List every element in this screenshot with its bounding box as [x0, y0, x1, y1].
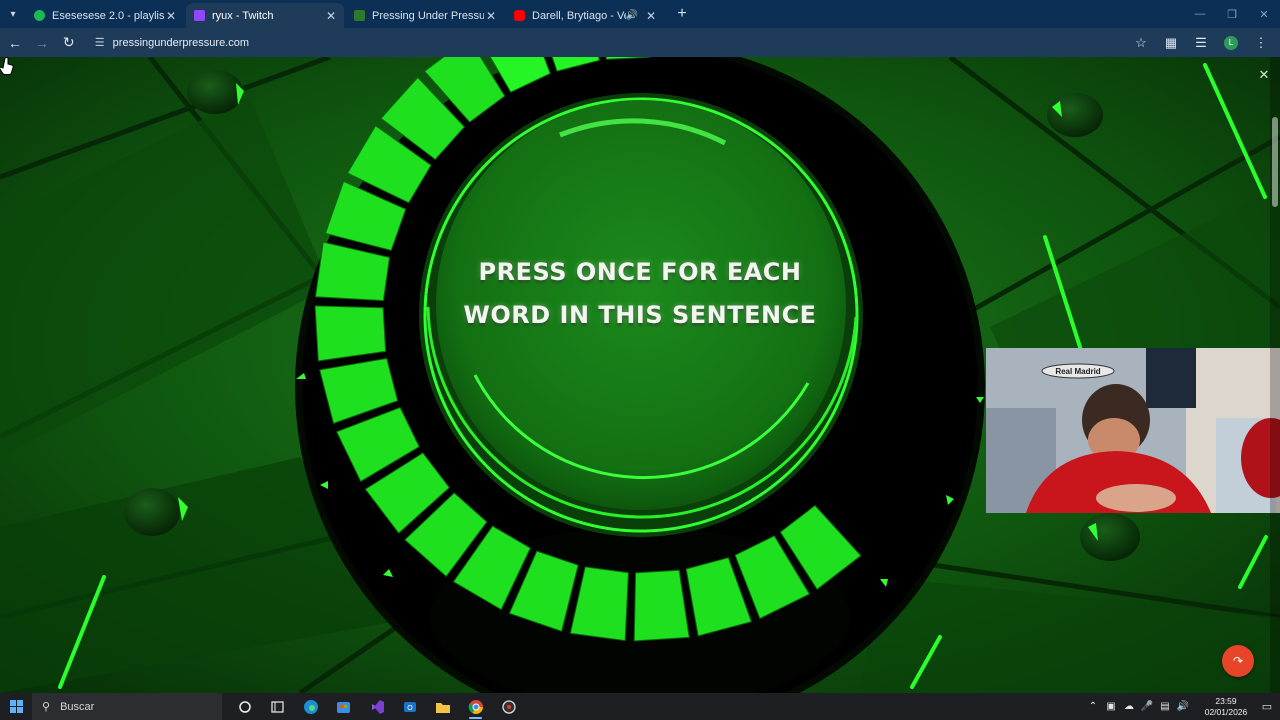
microphone-icon[interactable]: 🎤	[1139, 701, 1155, 712]
page-scrollbar[interactable]	[1270, 57, 1280, 693]
volume-icon[interactable]: 🔊	[1175, 701, 1191, 712]
tab-title: Pressing Under Pressure |Game	[372, 9, 484, 22]
tab-title: ryux - Twitch	[212, 9, 274, 22]
spotify-icon	[34, 10, 45, 21]
browser-toolbar: ← → ↻ ☰ pressingunderpressure.com ☆ ▦ ☰ …	[0, 28, 1280, 57]
close-icon[interactable]: ✕	[324, 9, 338, 23]
tab-search-button[interactable]: ▾	[0, 0, 26, 28]
scrollbar-thumb[interactable]	[1272, 117, 1278, 207]
chrome-icon[interactable]	[459, 693, 492, 720]
windows-taskbar: ⚲ Buscar O ⌃ ▣ ☁ 🎤 ▤ 🔊 23:59 02/01/2026	[0, 693, 1280, 720]
edge-icon[interactable]	[294, 693, 327, 720]
taskbar-search[interactable]: ⚲ Buscar	[32, 693, 222, 720]
maximize-icon[interactable]: ❐	[1216, 0, 1248, 28]
prompt-line-2: WORD IN THIS SENTENCE	[463, 301, 817, 329]
taskbar-clock[interactable]: 23:59 02/01/2026	[1198, 696, 1254, 718]
twitch-icon	[194, 10, 205, 21]
system-tray: ⌃ ▣ ☁ 🎤 ▤ 🔊 23:59 02/01/2026 ▭	[1084, 696, 1280, 718]
reload-button[interactable]: ↻	[57, 31, 81, 55]
tab-twitch[interactable]: ryux - Twitch ✕	[186, 3, 344, 28]
game-viewport[interactable]: PRESS ONCE FOR EACH WORD IN THIS SENTENC…	[0, 57, 1280, 693]
profile-avatar[interactable]: L	[1216, 31, 1246, 55]
tab-youtube[interactable]: Darell, Brytiago - Velitas (Of 🔊 ✕	[506, 3, 664, 28]
new-tab-button[interactable]: +	[670, 2, 694, 26]
clock-date: 02/01/2026	[1204, 706, 1248, 717]
task-view-icon[interactable]	[261, 693, 294, 720]
windows-start-icon[interactable]	[0, 693, 32, 720]
timer-segment	[314, 305, 387, 362]
tab-title: Darell, Brytiago - Velitas (Of	[532, 9, 626, 22]
search-icon: ⚲	[42, 701, 51, 713]
speaker-icon[interactable]: 🔊	[626, 10, 638, 21]
clock-time: 23:59	[1215, 695, 1237, 706]
youtube-icon	[514, 10, 525, 21]
tab-spotify[interactable]: Esesesese 2.0 - playlist by Ne ✕	[26, 3, 184, 28]
search-placeholder: Buscar	[60, 700, 95, 713]
close-window-icon[interactable]: ✕	[1248, 0, 1280, 28]
timer-segment	[633, 569, 690, 642]
forward-button[interactable]: →	[30, 31, 54, 55]
close-icon[interactable]: ✕	[644, 9, 658, 23]
window-controls: — ❐ ✕	[1184, 0, 1280, 28]
menu-kebab-icon[interactable]: ⋮	[1246, 31, 1276, 55]
avatar: L	[1224, 35, 1238, 50]
notifications-icon[interactable]: ▭	[1254, 700, 1280, 713]
visual-studio-icon[interactable]	[360, 693, 393, 720]
game-prompt: PRESS ONCE FOR EACH WORD IN THIS SENTENC…	[440, 251, 840, 337]
address-bar[interactable]: ☰ pressingunderpressure.com	[91, 31, 1126, 55]
extensions-icon[interactable]: ▦	[1156, 31, 1186, 55]
webcam-overlay: Real Madrid	[986, 348, 1280, 513]
minimize-icon[interactable]: —	[1184, 0, 1216, 28]
svg-text:O: O	[407, 705, 413, 712]
store-icon[interactable]	[327, 693, 360, 720]
share-icon[interactable]: ↷	[1222, 645, 1254, 677]
onedrive-icon[interactable]: ☁	[1121, 701, 1137, 712]
media-control-icon[interactable]: ☰	[1186, 31, 1216, 55]
svg-text:Real Madrid: Real Madrid	[1055, 367, 1100, 376]
outlook-icon[interactable]: O	[393, 693, 426, 720]
chevron-up-icon[interactable]: ⌃	[1085, 701, 1101, 712]
recording-app-icon[interactable]	[492, 693, 525, 720]
tab-title: Esesesese 2.0 - playlist by Ne	[52, 9, 164, 22]
address-text: pressingunderpressure.com	[112, 36, 250, 49]
hand-cursor-icon	[0, 57, 14, 75]
back-button[interactable]: ←	[3, 31, 27, 55]
close-icon[interactable]: ✕	[484, 9, 498, 23]
bookmark-star-icon[interactable]: ☆	[1126, 31, 1156, 55]
network-icon[interactable]: ▤	[1157, 701, 1173, 712]
device-icon[interactable]: ▣	[1103, 701, 1119, 712]
game-icon	[354, 10, 365, 21]
tab-strip: ▾ Esesesese 2.0 - playlist by Ne ✕ ryux …	[0, 0, 1280, 28]
tab-game[interactable]: Pressing Under Pressure |Game ✕	[346, 3, 504, 28]
close-icon[interactable]: ✕	[164, 9, 178, 23]
site-info-icon[interactable]: ☰	[91, 36, 109, 49]
webcam-feed: Real Madrid	[986, 348, 1280, 513]
prompt-line-1: PRESS ONCE FOR EACH	[478, 258, 802, 286]
cortana-icon[interactable]	[228, 693, 261, 720]
file-explorer-icon[interactable]	[426, 693, 459, 720]
